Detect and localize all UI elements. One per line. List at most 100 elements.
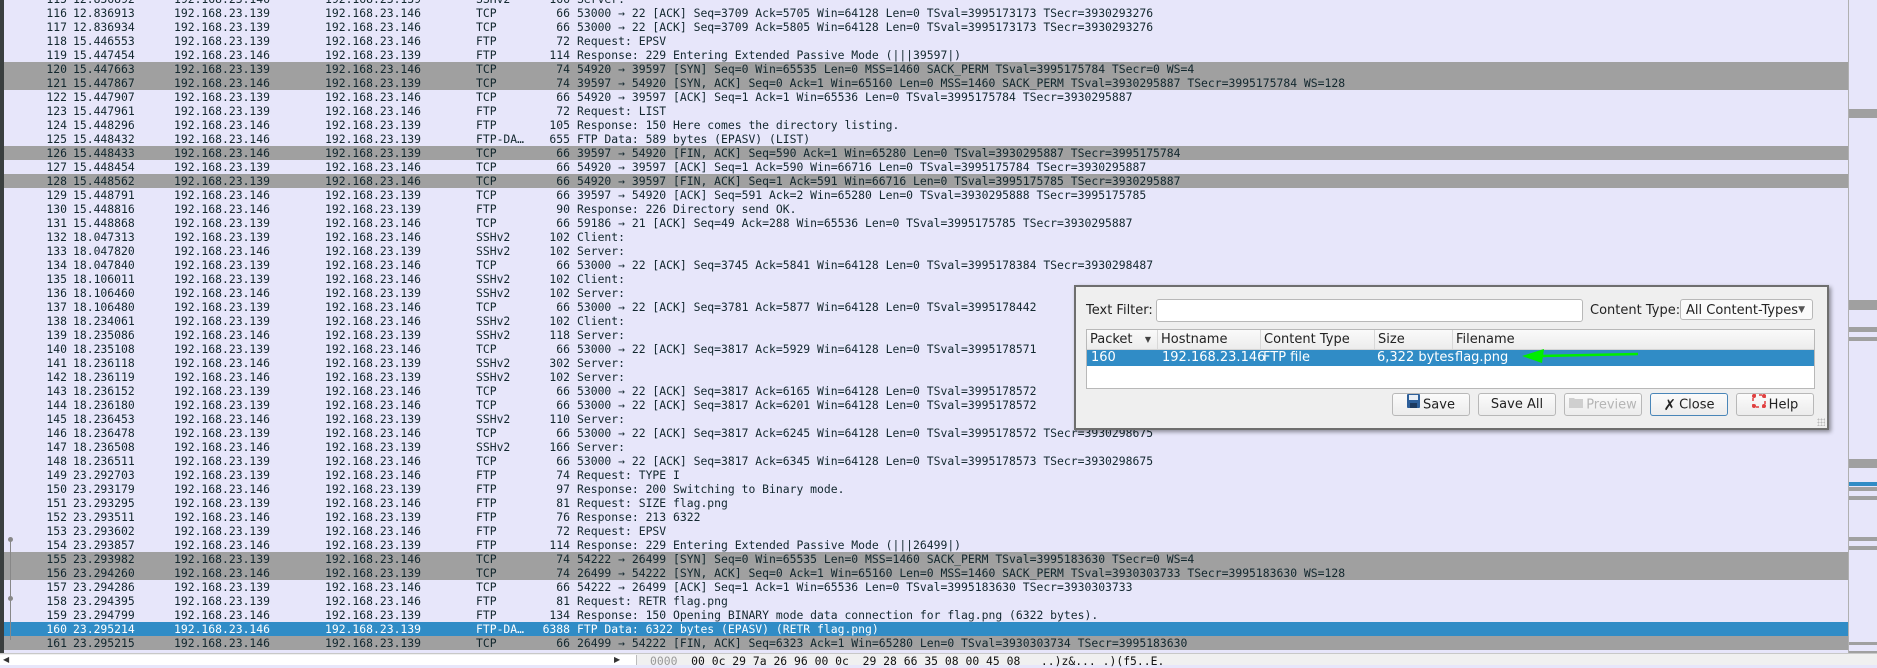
close-button[interactable]: ✗ Close [1650, 393, 1728, 416]
packet-row[interactable]: 132 18.047313 192.168.23.139 192.168.23.146… [4, 230, 1848, 244]
packet-source: 192.168.23.139 [174, 174, 271, 189]
packet-time: 23.295214 [73, 622, 135, 637]
save-all-button[interactable]: Save All [1478, 393, 1556, 416]
packet-source: 192.168.23.146 [174, 482, 271, 497]
packet-row[interactable]: 118 15.446553 192.168.23.139 192.168.23.146… [4, 34, 1848, 48]
packet-row[interactable]: 117 12.836934 192.168.23.139 192.168.23.146… [4, 20, 1848, 34]
packet-info: 59186 → 21 [ACK] Seq=49 Ack=288 Win=6553… [577, 216, 1133, 231]
packet-source: 192.168.23.139 [174, 104, 271, 119]
packet-row[interactable]: 116 12.836913 192.168.23.139 192.168.23.146… [4, 6, 1848, 20]
packet-length: 66 [556, 580, 570, 595]
packet-protocol: TCP [476, 636, 497, 651]
packet-number: 128 [46, 174, 67, 189]
packet-number: 152 [46, 510, 67, 525]
table-row[interactable]: 160 192.168.23.146 FTP file 6,322 bytes … [1087, 350, 1814, 366]
resize-grip[interactable] [1817, 418, 1825, 426]
packet-row[interactable]: 121 15.447867 192.168.23.146 192.168.23.139… [4, 76, 1848, 91]
packet-row[interactable]: 130 15.448816 192.168.23.146 192.168.23.139… [4, 202, 1848, 216]
packet-row[interactable]: 149 23.292703 192.168.23.139 192.168.23.146… [4, 468, 1848, 482]
packet-row[interactable]: 160 23.295214 192.168.23.146 192.168.23.139… [4, 622, 1848, 637]
cell-hostname: 192.168.23.146 [1162, 350, 1266, 365]
packet-info: Request: RETR flag.png [577, 594, 728, 609]
packet-number: 156 [46, 566, 67, 581]
packet-row[interactable]: 151 23.293295 192.168.23.139 192.168.23.146… [4, 496, 1848, 510]
packet-destination: 192.168.23.146 [325, 230, 422, 245]
packet-length: 655 [549, 132, 570, 147]
packet-row[interactable]: 119 15.447454 192.168.23.146 192.168.23.139… [4, 48, 1848, 62]
minimap-mark [1849, 109, 1877, 118]
packet-row[interactable]: 122 15.447907 192.168.23.139 192.168.23.146… [4, 90, 1848, 104]
packet-info: Server: [577, 244, 626, 259]
packet-destination: 192.168.23.146 [325, 90, 422, 105]
help-button[interactable]: Help [1736, 393, 1814, 416]
packet-number: 134 [46, 258, 67, 273]
packet-info: 26499 → 54222 [FIN, ACK] Seq=6323 Ack=1 … [577, 636, 1188, 651]
content-type-select[interactable]: All Content-Types ▼ [1680, 299, 1813, 320]
packet-number: 138 [46, 314, 67, 329]
packet-row[interactable]: 158 23.294395 192.168.23.139 192.168.23.146… [4, 594, 1848, 608]
column-header-packet[interactable]: Packet ▼ [1087, 330, 1158, 349]
packet-number: 159 [46, 608, 67, 623]
column-header-size[interactable]: Size [1375, 330, 1453, 349]
packet-time: 23.293179 [73, 482, 135, 497]
packet-row[interactable]: 127 15.448454 192.168.23.139 192.168.23.146… [4, 160, 1848, 174]
packet-info: Response: 226 Directory send OK. [577, 202, 797, 217]
text-filter-input[interactable] [1156, 299, 1583, 322]
sort-descending-icon: ▼ [1144, 335, 1151, 344]
packet-info: Request: EPSV [577, 34, 667, 49]
packet-row[interactable]: 128 15.448562 192.168.23.139 192.168.23.146… [4, 174, 1848, 189]
packet-time: 18.047313 [73, 230, 135, 245]
packet-length: 114 [549, 48, 570, 63]
packet-row[interactable]: 126 15.448433 192.168.23.146 192.168.23.139… [4, 146, 1848, 161]
packet-info: Server: [577, 328, 626, 343]
packet-number: 141 [46, 356, 67, 371]
packet-row[interactable]: 159 23.294799 192.168.23.146 192.168.23.139… [4, 608, 1848, 622]
minimap-mark [1849, 487, 1877, 491]
packet-row[interactable]: 153 23.293602 192.168.23.139 192.168.23.146… [4, 524, 1848, 538]
packet-row[interactable]: 120 15.447663 192.168.23.139 192.168.23.146… [4, 62, 1848, 77]
packet-protocol: TCP [476, 90, 497, 105]
packet-length: 97 [556, 482, 570, 497]
column-header-hostname[interactable]: Hostname [1158, 330, 1261, 349]
packet-time: 18.106011 [73, 272, 135, 287]
packet-time: 15.447454 [73, 48, 135, 63]
column-header-filename[interactable]: Filename [1453, 330, 1814, 349]
content-type-value: All Content-Types [1686, 303, 1799, 318]
packet-destination: 192.168.23.139 [325, 566, 422, 581]
packet-row[interactable]: 150 23.293179 192.168.23.146 192.168.23.139… [4, 482, 1848, 496]
packet-length: 74 [556, 62, 570, 77]
column-header-content-type[interactable]: Content Type [1261, 330, 1375, 349]
packet-row[interactable]: 156 23.294260 192.168.23.146 192.168.23.139… [4, 566, 1848, 581]
packet-row[interactable]: 147 18.236508 192.168.23.146 192.168.23.139… [4, 440, 1848, 454]
packet-row[interactable]: 155 23.293982 192.168.23.139 192.168.23.146… [4, 552, 1848, 567]
packet-destination: 192.168.23.139 [325, 412, 422, 427]
packet-row[interactable]: 134 18.047840 192.168.23.139 192.168.23.146… [4, 258, 1848, 272]
save-button[interactable]: Save [1392, 393, 1470, 416]
minimap-mark [1849, 337, 1877, 341]
cell-size: 6,322 bytes [1377, 350, 1455, 365]
packet-row[interactable]: 148 18.236511 192.168.23.139 192.168.23.146… [4, 454, 1848, 468]
packet-minimap-scrollbar[interactable] [1849, 0, 1877, 654]
packet-number: 131 [46, 216, 67, 231]
packet-row[interactable]: 131 15.448868 192.168.23.139 192.168.23.146… [4, 216, 1848, 230]
packet-row[interactable]: 133 18.047820 192.168.23.146 192.168.23.139… [4, 244, 1848, 258]
packet-source: 192.168.23.139 [174, 300, 271, 315]
packet-info: 54222 → 26499 [SYN] Seq=0 Win=65535 Len=… [577, 552, 1195, 567]
packet-row[interactable]: 125 15.448432 192.168.23.146 192.168.23.139… [4, 132, 1848, 146]
packet-time: 23.293602 [73, 524, 135, 539]
packet-length: 74 [556, 76, 570, 91]
packet-protocol: FTP [476, 538, 497, 553]
packet-info: 54920 → 39597 [ACK] Seq=1 Ack=1 Win=6553… [577, 90, 1133, 105]
packet-time: 23.294260 [73, 566, 135, 581]
packet-row[interactable]: 124 15.448296 192.168.23.146 192.168.23.139… [4, 118, 1848, 132]
preview-button[interactable]: Preview [1564, 393, 1642, 416]
packet-info: 53000 → 22 [ACK] Seq=3817 Ack=6165 Win=6… [577, 384, 1037, 399]
packet-row[interactable]: 154 23.293857 192.168.23.146 192.168.23.139… [4, 538, 1848, 552]
packet-row[interactable]: 152 23.293511 192.168.23.146 192.168.23.139… [4, 510, 1848, 524]
packet-row[interactable]: 157 23.294286 192.168.23.139 192.168.23.146… [4, 580, 1848, 594]
packet-row[interactable]: 161 23.295215 192.168.23.146 192.168.23.139… [4, 636, 1848, 651]
packet-row[interactable]: 123 15.447961 192.168.23.139 192.168.23.146… [4, 104, 1848, 118]
packet-length: 66 [556, 160, 570, 175]
minimap-mark [1849, 459, 1877, 468]
packet-row[interactable]: 129 15.448791 192.168.23.146 192.168.23.139… [4, 188, 1848, 202]
